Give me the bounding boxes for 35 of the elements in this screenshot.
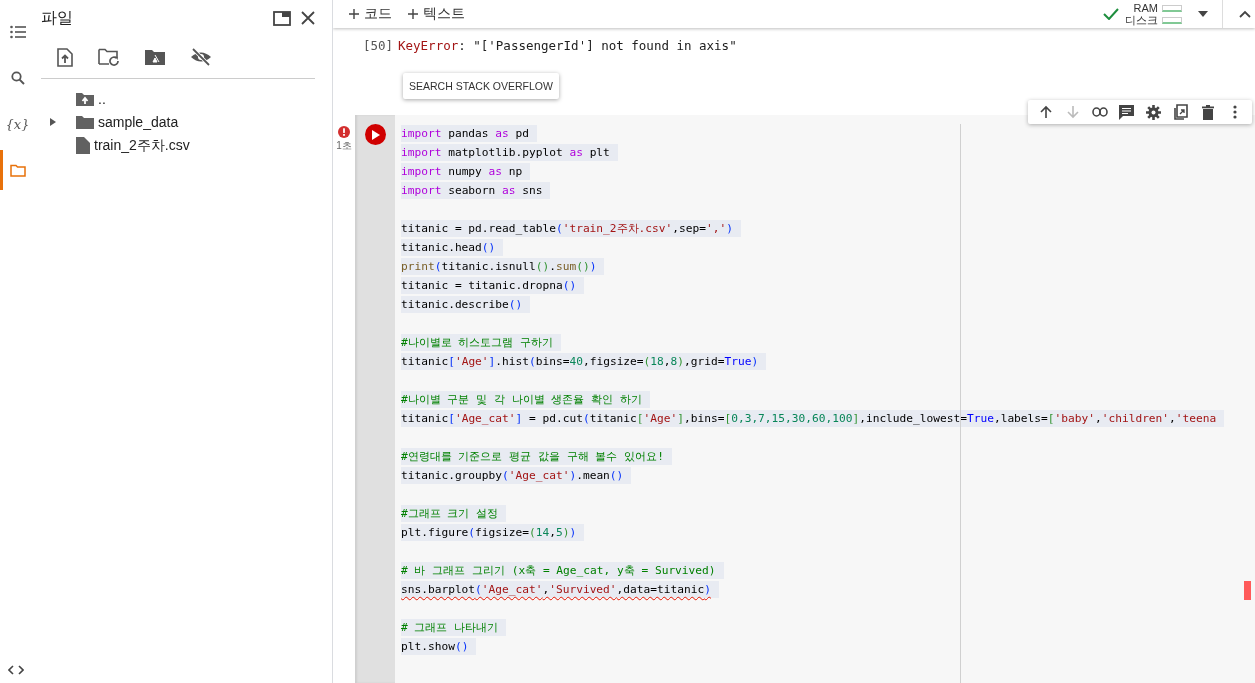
add-cell-button[interactable]: 코드 [349, 5, 400, 23]
play-icon [372, 129, 380, 140]
resources-indicator[interactable]: RAM 디스크 [1103, 2, 1182, 26]
plus-icon [408, 9, 418, 19]
folder-refresh-icon[interactable] [98, 48, 120, 66]
plus-icon [349, 9, 359, 19]
usage-bar [1162, 16, 1182, 24]
caret-icon[interactable] [50, 118, 56, 127]
file-upload-icon[interactable] [57, 47, 73, 67]
drive-folder-icon[interactable] [145, 49, 165, 65]
folder-up-icon [76, 91, 94, 106]
tree-item[interactable]: .. [41, 87, 315, 111]
window-icon[interactable] [273, 10, 291, 26]
usage-bar [1162, 4, 1182, 12]
comment-icon[interactable] [1117, 103, 1136, 121]
add-cell-button[interactable]: 텍스트 [408, 5, 473, 23]
elapsed-time: 1초 [336, 139, 352, 153]
chevron-up-icon[interactable] [1239, 10, 1251, 18]
tree-item[interactable]: sample_data [41, 110, 315, 134]
folder-icon [76, 115, 94, 130]
file-icon [76, 137, 90, 155]
panel-title: 파일 [41, 7, 74, 28]
close-icon[interactable] [301, 11, 315, 25]
settings-icon[interactable] [1144, 103, 1163, 121]
caret-icon[interactable] [1198, 11, 1208, 17]
execution-count: [50] [363, 38, 395, 53]
search-stack-overflow-button[interactable]: SEARCH STACK OVERFLOW [403, 73, 559, 99]
hidden-eye-icon[interactable] [190, 48, 212, 66]
error-name: KeyError [398, 38, 459, 53]
tree-item[interactable]: train_2주차.csv [41, 134, 315, 158]
code-icon[interactable] [8, 665, 24, 675]
mirror-cell-icon[interactable] [1171, 103, 1190, 121]
error-marker [1244, 581, 1251, 600]
error-message: : "['PassengerId'] not found in axis" [458, 38, 737, 53]
run-button[interactable] [364, 124, 386, 145]
